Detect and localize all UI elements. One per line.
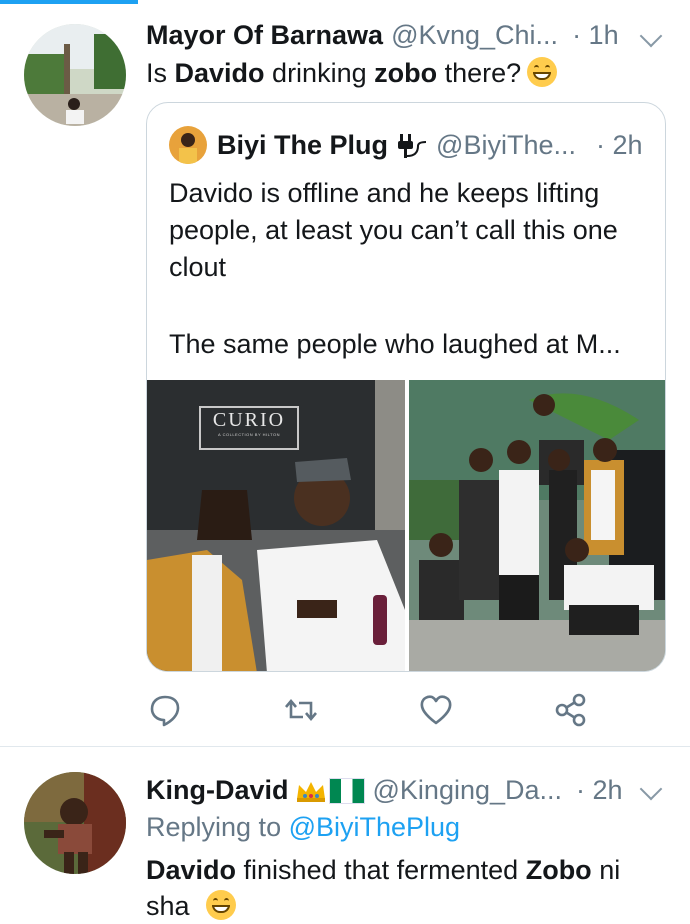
quoted-text-line-1: Davido is offline and he keeps lifting xyxy=(169,178,600,208)
quoted-photo-right[interactable] xyxy=(409,380,665,671)
share-icon[interactable] xyxy=(553,692,589,728)
quoted-text-line-4: The same people who laughed at M... xyxy=(169,329,621,359)
tweet-header: King-David @Kinging_Da... · 2h xyxy=(146,775,623,806)
quoted-tweet-card[interactable]: Biyi The Plug @BiyiThe... · 2h Davido is… xyxy=(146,102,666,672)
grinning-face-icon xyxy=(205,890,236,920)
replying-to: Replying to @BiyiThePlug xyxy=(146,812,461,842)
replying-to-handle[interactable]: @BiyiThePlug xyxy=(289,812,460,842)
tweet-actions xyxy=(0,692,690,728)
tweet-text: Davido finished that fermented Zobo ni xyxy=(146,855,621,885)
quoted-text-line-2: people, at least you can’t call this one xyxy=(169,215,618,245)
tweet-text-line-2: sha xyxy=(146,888,236,924)
quoted-text-line-3: clout xyxy=(169,252,227,282)
quoted-author-name[interactable]: Biyi The Plug xyxy=(217,130,388,161)
crown-icon xyxy=(295,779,327,803)
quoted-header: Biyi The Plug @BiyiThe... · 2h xyxy=(217,130,643,161)
tweet-king-david[interactable]: King-David @Kinging_Da... · 2h Replying … xyxy=(0,747,690,921)
author-handle[interactable]: @Kinging_Da... xyxy=(373,775,563,806)
chevron-down-icon[interactable] xyxy=(639,777,663,801)
curio-sign: CURIO A COLLECTION BY HILTON xyxy=(199,406,299,450)
tweet-mayor-of-barnawa[interactable]: Mayor Of Barnawa @Kvng_Chi... · 1h Is Da… xyxy=(0,0,690,746)
chevron-down-icon[interactable] xyxy=(639,24,663,48)
grinning-face-icon xyxy=(527,57,558,87)
quoted-avatar[interactable] xyxy=(169,126,207,164)
avatar[interactable] xyxy=(24,772,126,874)
quoted-author-handle[interactable]: @BiyiThe... xyxy=(436,130,576,161)
retweet-icon[interactable] xyxy=(283,692,319,728)
tweet-header: Mayor Of Barnawa @Kvng_Chi... · 1h xyxy=(146,20,619,51)
nigeria-flag-icon xyxy=(328,777,365,804)
quoted-timestamp[interactable]: · 2h xyxy=(596,130,643,161)
author-name[interactable]: King-David xyxy=(146,775,289,806)
like-icon[interactable] xyxy=(418,692,454,728)
reply-icon[interactable] xyxy=(147,692,183,728)
tweet-text: Is Davido drinking zobo there? xyxy=(146,55,558,91)
author-handle[interactable]: @Kvng_Chi... xyxy=(391,20,558,51)
timestamp[interactable]: · 2h xyxy=(576,775,623,806)
author-name[interactable]: Mayor Of Barnawa xyxy=(146,20,383,51)
electric-plug-icon xyxy=(396,132,430,160)
timestamp[interactable]: · 1h xyxy=(572,20,619,51)
quoted-photo-left[interactable]: CURIO A COLLECTION BY HILTON xyxy=(147,380,405,671)
avatar[interactable] xyxy=(24,24,126,126)
